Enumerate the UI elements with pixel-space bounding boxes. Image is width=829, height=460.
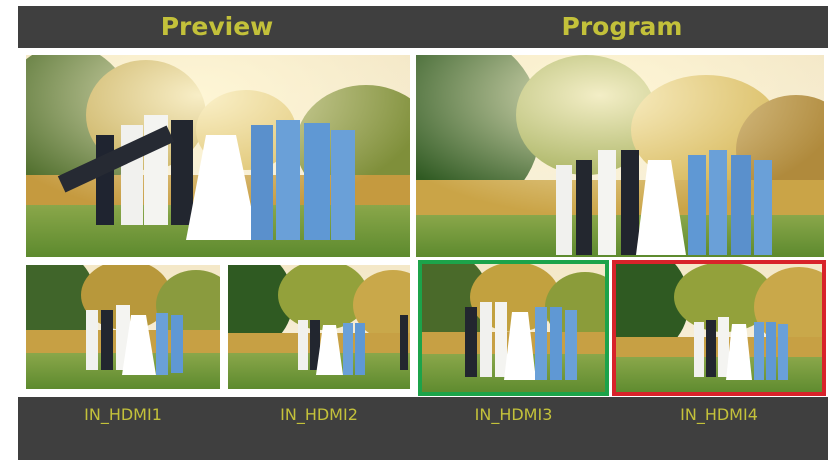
program-scene-image — [416, 55, 824, 257]
input-4-image — [614, 262, 824, 394]
input-label-3[interactable]: IN_HDMI3 — [418, 402, 609, 428]
input-thumbnail-2[interactable] — [228, 265, 410, 389]
input-thumbnail-1[interactable] — [26, 265, 220, 389]
program-monitor[interactable] — [416, 55, 824, 257]
preview-title: Preview — [160, 12, 274, 41]
input-2-image — [228, 265, 410, 389]
input-thumbnail-4[interactable] — [614, 262, 824, 394]
preview-monitor[interactable] — [26, 55, 410, 257]
preview-scene-image — [26, 55, 410, 257]
program-title: Program — [561, 12, 683, 41]
input-label-4[interactable]: IN_HDMI4 — [612, 402, 826, 428]
input-label-2[interactable]: IN_HDMI2 — [228, 402, 410, 428]
input-label-1[interactable]: IN_HDMI1 — [26, 402, 220, 428]
input-thumbnail-3[interactable] — [420, 262, 607, 394]
input-3-image — [420, 262, 607, 394]
input-1-image — [26, 265, 220, 389]
